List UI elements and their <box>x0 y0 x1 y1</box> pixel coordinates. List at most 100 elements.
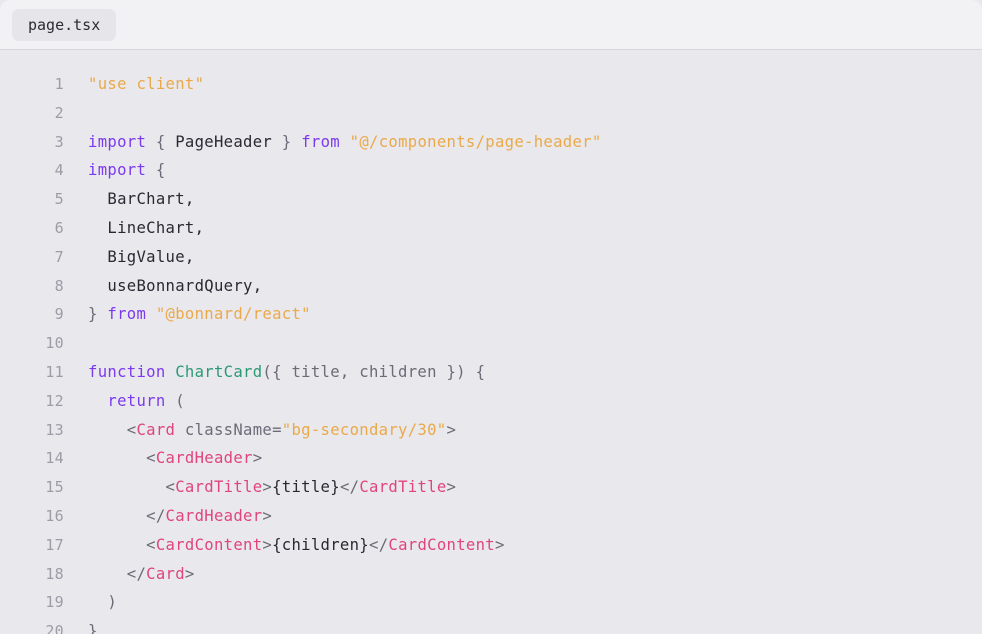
line-number: 10 <box>45 334 64 353</box>
code-token: Card <box>136 420 176 439</box>
code-viewer-window: page.tsx 1 "use client" 2 3 import { PageHea… <box>0 0 982 634</box>
line-source: function ChartCard({ title, children }) … <box>88 358 485 387</box>
code-token: } <box>88 622 98 634</box>
line-number: 13 <box>45 420 64 439</box>
code-line: 18 </Card> <box>0 560 982 589</box>
line-source: <CardTitle>{title}</CardTitle> <box>88 473 456 502</box>
code-line: 8 useBonnardQuery, <box>0 272 982 301</box>
code-token: ) <box>88 593 118 612</box>
line-source: ) <box>88 588 117 617</box>
code-line: 17 <CardContent>{children}</CardContent> <box>0 531 982 560</box>
code-editor[interactable]: 1 "use client" 2 3 import { PageHeader } fro… <box>0 70 982 634</box>
code-token: { <box>146 161 166 180</box>
code-token: { <box>146 132 176 151</box>
line-source: } from "@bonnard/react" <box>88 300 311 329</box>
code-line: 14 <CardHeader> <box>0 444 982 473</box>
code-token: > <box>446 420 457 439</box>
code-line: 4 import { <box>0 156 982 185</box>
code-token: </ <box>339 478 360 497</box>
code-token: from <box>301 132 340 151</box>
tab-page-tsx[interactable]: page.tsx <box>12 9 117 41</box>
code-line: 15 <CardTitle>{title}</CardTitle> <box>0 473 982 502</box>
code-token: import <box>88 161 147 180</box>
code-token: CardHeader <box>165 506 263 525</box>
code-token: > <box>446 478 457 497</box>
code-line: 9 } from "@bonnard/react" <box>0 300 982 329</box>
line-number: 2 <box>54 103 64 122</box>
line-source: <CardContent>{children}</CardContent> <box>88 531 505 560</box>
code-token: "use client" <box>88 75 205 93</box>
code-token: < <box>88 420 137 439</box>
code-token: {children} <box>272 535 369 554</box>
code-line: 13 <Card className="bg-secondary/30"> <box>0 416 982 445</box>
code-token: CardTitle <box>175 478 263 497</box>
file-tab-bar: page.tsx <box>0 0 982 50</box>
code-token: ( <box>165 391 185 410</box>
line-number: 3 <box>54 132 64 151</box>
code-line: 10 <box>0 329 982 358</box>
line-source: } <box>88 617 98 634</box>
code-token: < <box>88 449 156 468</box>
code-token: BigValue, <box>88 247 195 266</box>
line-source: <CardHeader> <box>88 444 262 473</box>
code-token: CardTitle <box>359 478 447 497</box>
code-line: 5 BarChart, <box>0 185 982 214</box>
code-token: < <box>88 478 176 497</box>
code-token: CardContent <box>388 535 495 554</box>
code-line: 12 return ( <box>0 387 982 416</box>
line-number: 20 <box>45 622 64 634</box>
code-token: LineChart, <box>88 218 205 237</box>
line-number: 8 <box>54 276 64 295</box>
line-number: 17 <box>45 535 64 554</box>
line-number: 19 <box>45 593 64 612</box>
code-token: BarChart, <box>88 190 195 209</box>
code-token: > <box>494 535 505 554</box>
code-token: </ <box>369 535 389 554</box>
code-token: </ <box>88 564 147 583</box>
line-source: BarChart, <box>88 185 195 214</box>
code-token: > <box>262 478 273 497</box>
line-source: <Card className="bg-secondary/30"> <box>88 416 456 445</box>
code-token: > <box>252 449 263 468</box>
code-token: return <box>107 391 166 410</box>
code-token: ({ title, children }) { <box>262 362 486 381</box>
code-token: function <box>88 362 166 381</box>
line-number: 12 <box>45 391 64 410</box>
code-token: {title} <box>272 478 340 497</box>
line-number: 5 <box>54 190 64 209</box>
line-number: 1 <box>54 75 64 93</box>
code-line: 20} <box>0 617 982 634</box>
code-token: > <box>262 506 273 525</box>
code-token: > <box>262 535 273 554</box>
line-number: 7 <box>54 247 64 266</box>
code-token: CardHeader <box>155 449 253 468</box>
line-source: </Card> <box>88 560 195 589</box>
line-source: BigValue, <box>88 243 195 272</box>
code-token: className= <box>175 420 282 439</box>
line-number: 9 <box>54 305 64 324</box>
code-token: from <box>107 305 147 324</box>
code-token: </ <box>88 506 166 525</box>
line-number: 4 <box>54 161 64 180</box>
code-token: import <box>88 132 147 151</box>
code-token: Card <box>146 564 185 583</box>
line-source: "use client" <box>88 70 204 99</box>
code-line: 11 function ChartCard({ title, children }… <box>0 358 982 387</box>
line-source: import { <box>88 156 166 185</box>
code-token: > <box>184 564 195 583</box>
code-token: "@bonnard/react" <box>155 305 311 324</box>
code-token: ChartCard <box>175 362 263 381</box>
line-number: 16 <box>45 506 64 525</box>
code-line: 7 BigValue, <box>0 243 982 272</box>
line-number: 18 <box>45 564 64 583</box>
code-token: CardContent <box>155 535 263 554</box>
line-number: 6 <box>54 218 64 237</box>
code-token: PageHeader <box>175 132 273 151</box>
code-token: < <box>88 535 156 554</box>
code-line: 6 LineChart, <box>0 214 982 243</box>
line-source: return ( <box>88 387 185 416</box>
